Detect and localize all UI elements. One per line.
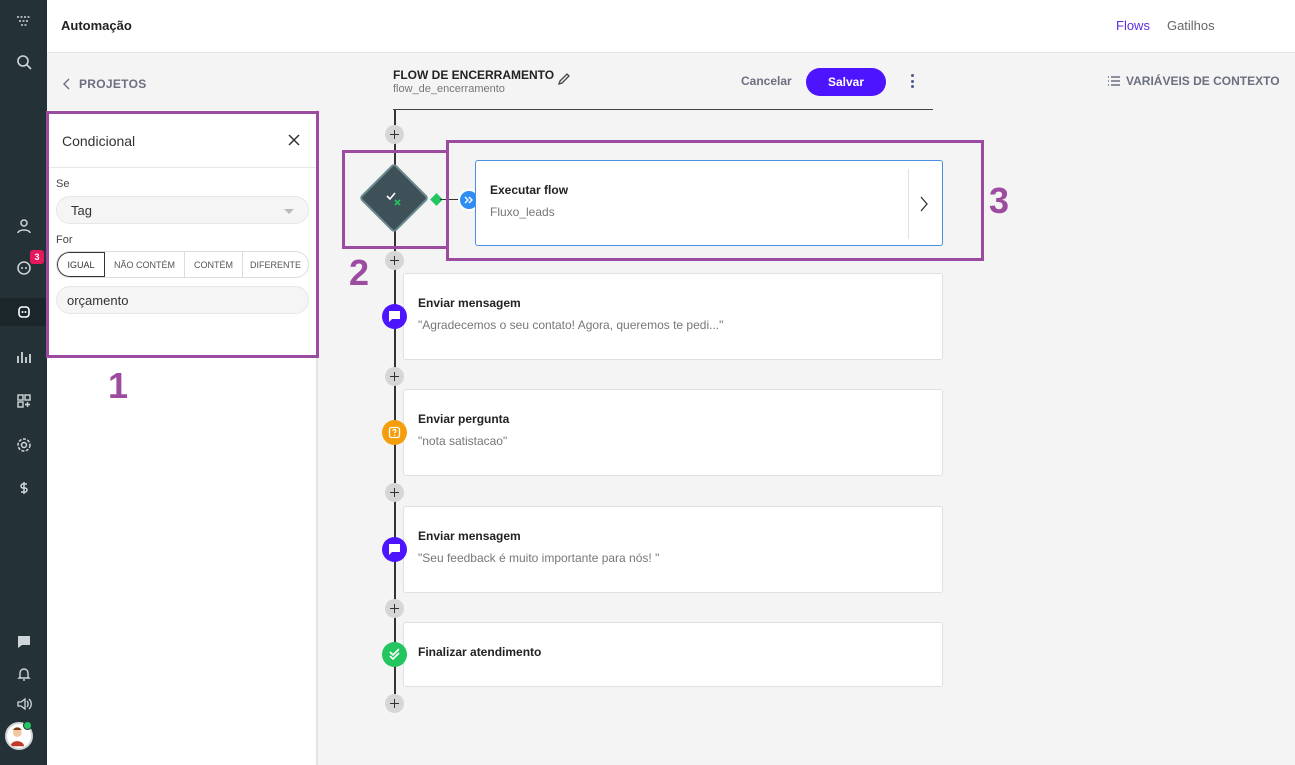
top-nav: Flows Gatilhos <box>1116 18 1215 33</box>
nav-gatilhos[interactable]: Gatilhos <box>1167 18 1215 33</box>
card-title: Finalizar atendimento <box>418 645 542 659</box>
chart-icon[interactable] <box>0 343 47 371</box>
context-variables-button[interactable]: VARIÁVEIS DE CONTEXTO <box>1107 74 1280 88</box>
card-subtitle: "nota satistacao" <box>418 434 508 448</box>
step-card-finish[interactable]: Finalizar atendimento <box>403 622 943 687</box>
left-rail: 3 <box>0 0 47 765</box>
bot-icon[interactable] <box>0 298 47 326</box>
add-step-button[interactable] <box>385 251 404 270</box>
save-button[interactable]: Salvar <box>806 68 886 96</box>
notification-badge: 3 <box>30 250 44 264</box>
nav-flows[interactable]: Flows <box>1116 18 1150 33</box>
add-step-button[interactable] <box>385 599 404 618</box>
annotation-number-2: 2 <box>349 252 370 293</box>
add-step-button[interactable] <box>385 367 404 386</box>
annotation-number-1: 1 <box>108 365 129 406</box>
logo-icon[interactable] <box>0 8 47 36</box>
step-card-send-message[interactable]: Enviar mensagem "Agradecemos o seu conta… <box>403 273 943 360</box>
context-variables-label: VARIÁVEIS DE CONTEXTO <box>1126 74 1280 88</box>
card-subtitle: "Agradecemos o seu contato! Agora, quere… <box>418 318 724 332</box>
cancel-button[interactable]: Cancelar <box>741 74 792 88</box>
billing-icon[interactable] <box>0 474 47 502</box>
back-to-projects[interactable]: PROJETOS <box>63 77 147 91</box>
message-icon <box>382 537 407 562</box>
more-options-icon[interactable] <box>907 72 917 90</box>
app-title: Automação <box>61 18 132 33</box>
message-icon[interactable] <box>0 628 47 656</box>
step-card-send-message[interactable]: Enviar mensagem "Seu feedback é muito im… <box>403 506 943 593</box>
step-card-send-question[interactable]: Enviar pergunta "nota satistacao" <box>403 389 943 476</box>
bell-icon[interactable] <box>0 660 47 688</box>
list-icon <box>1108 76 1120 86</box>
card-title: Enviar mensagem <box>418 529 521 543</box>
question-icon <box>382 420 407 445</box>
flow-slug: flow_de_encerramento <box>393 83 505 95</box>
chevron-left-icon <box>63 78 70 90</box>
settings-icon[interactable] <box>0 431 47 459</box>
contacts-icon[interactable] <box>0 212 47 240</box>
message-icon <box>382 304 407 329</box>
card-subtitle: "Seu feedback é muito importante para nó… <box>418 551 660 565</box>
add-step-button[interactable] <box>385 125 404 144</box>
card-title: Enviar pergunta <box>418 412 510 426</box>
add-step-button[interactable] <box>385 483 404 502</box>
flow-header: PROJETOS FLOW DE ENCERRAMENTO flow_de_en… <box>47 53 1295 110</box>
top-header: Automação Flows Gatilhos <box>47 0 1295 53</box>
sound-icon[interactable] <box>0 690 47 718</box>
apps-icon[interactable] <box>0 387 47 415</box>
annotation-box-1 <box>46 111 319 358</box>
flow-title: FLOW DE ENCERRAMENTO <box>393 68 555 82</box>
pencil-icon[interactable] <box>557 72 571 86</box>
search-icon[interactable] <box>0 48 47 76</box>
annotation-box-2 <box>342 150 449 249</box>
add-step-button[interactable] <box>385 694 404 713</box>
annotation-box-3 <box>446 140 984 261</box>
annotation-number-3: 3 <box>989 180 1010 221</box>
check-icon <box>382 642 407 667</box>
back-label: PROJETOS <box>79 77 147 91</box>
online-status-dot <box>23 721 32 730</box>
card-title: Enviar mensagem <box>418 296 521 310</box>
